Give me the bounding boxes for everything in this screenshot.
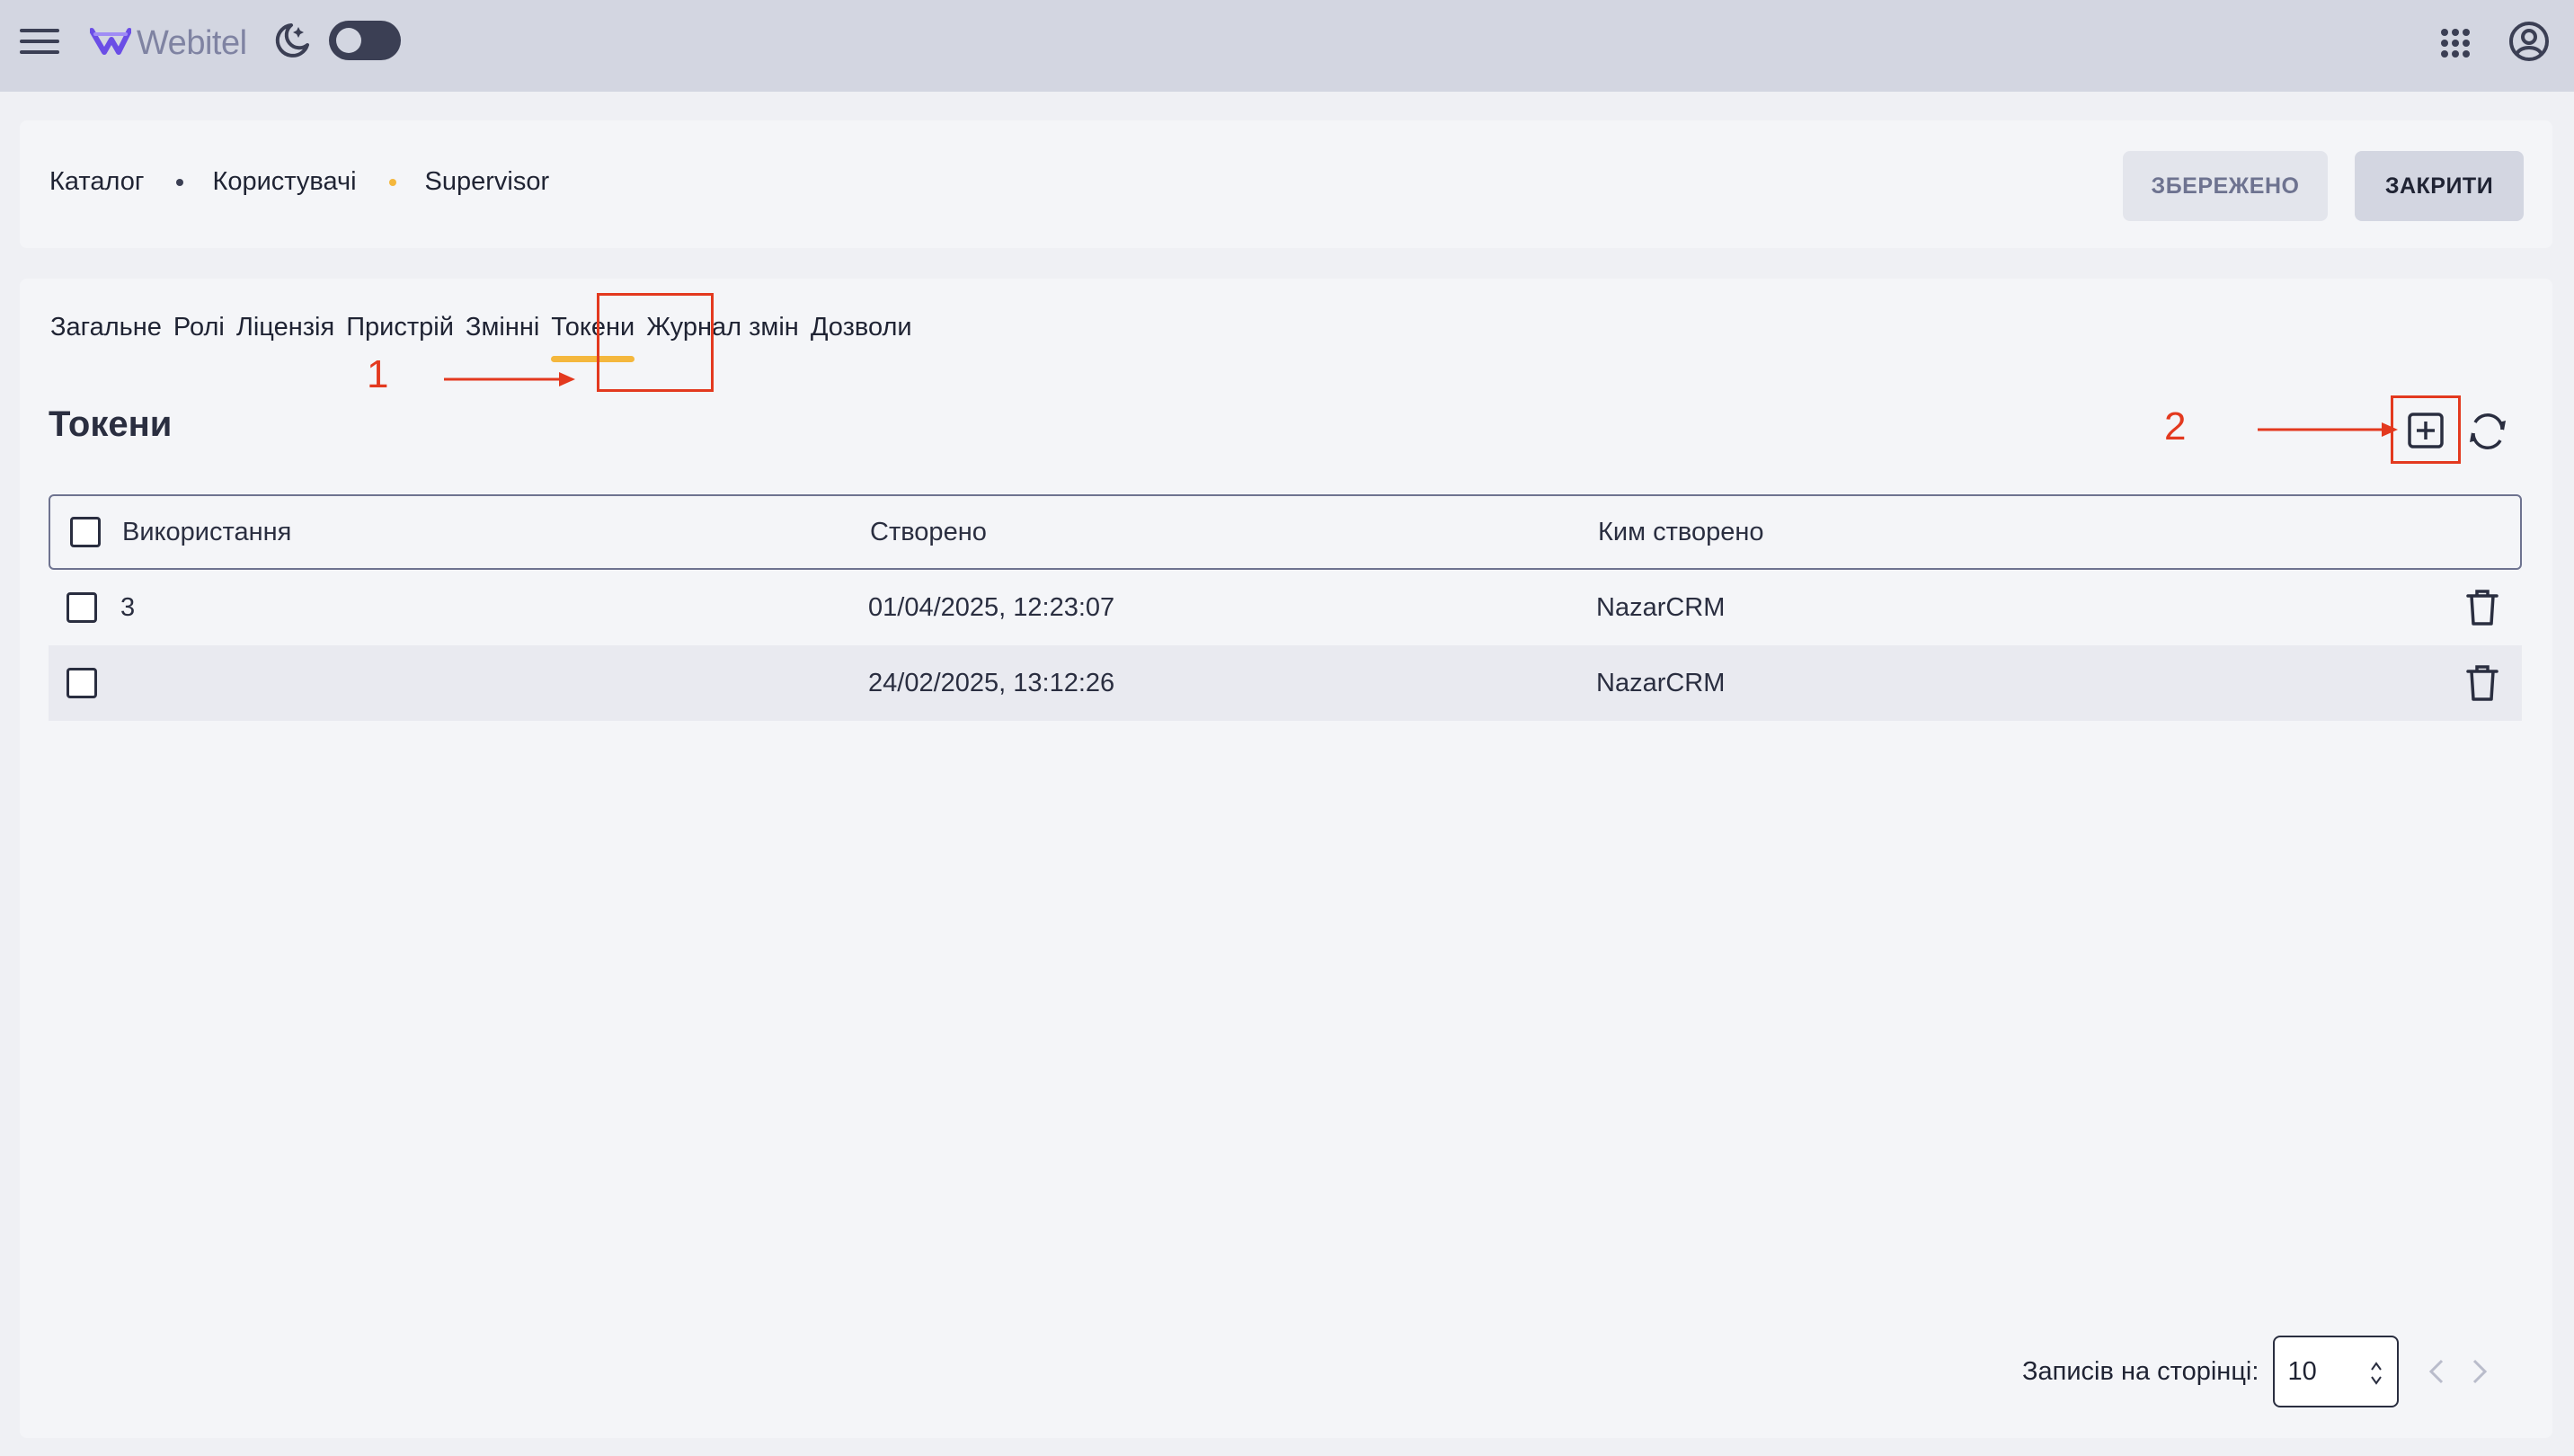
breadcrumb-users[interactable]: Користувачі [212, 167, 356, 197]
logo-text: Webitel [137, 23, 247, 62]
pagination: Записів на сторінці: 10 [2022, 1336, 2492, 1407]
tab-variables[interactable]: Змінні [466, 313, 539, 367]
cell-created: 24/02/2025, 13:12:26 [868, 668, 1115, 697]
breadcrumb-catalog[interactable]: Каталог [49, 167, 144, 197]
webitel-logo-mark-icon [90, 28, 131, 55]
annotation-box-tokens-tab [597, 293, 714, 392]
cell-usage: 3 [120, 592, 136, 622]
section-title: Токени [49, 404, 173, 444]
breadcrumb-separator-active [388, 178, 396, 186]
row-checkbox[interactable] [67, 668, 97, 698]
spinner-arrows-icon [2371, 1362, 2383, 1385]
breadcrumb-current: Supervisor [424, 167, 550, 196]
tab-device[interactable]: Пристрій [346, 313, 454, 367]
tab-general[interactable]: Загальне [50, 313, 162, 367]
refresh-icon[interactable] [2466, 410, 2509, 453]
annotation-number-1: 1 [367, 352, 389, 396]
row-checkbox[interactable] [67, 592, 97, 623]
per-page-value: 10 [2287, 1356, 2317, 1386]
table-header: Використання Створено Ким створено [49, 494, 2522, 570]
apps-grid-icon[interactable] [2437, 25, 2473, 61]
breadcrumb-separator [176, 178, 184, 186]
per-page-label: Записів на сторінці: [2022, 1356, 2259, 1386]
tabs: Загальне Ролі Ліцензія Пристрій Змінні Т… [50, 313, 924, 367]
select-all-checkbox[interactable] [70, 517, 101, 547]
top-bar: Webitel [0, 0, 2574, 92]
tab-permissions[interactable]: Дозволи [811, 313, 912, 367]
webitel-logo[interactable]: Webitel [90, 18, 247, 68]
account-icon[interactable] [2507, 20, 2551, 63]
main-card: Загальне Ролі Ліцензія Пристрій Змінні Т… [20, 279, 2552, 1438]
column-header-usage[interactable]: Використання [122, 496, 291, 568]
add-icon[interactable] [2407, 412, 2445, 449]
delete-icon[interactable] [2464, 663, 2500, 703]
per-page-select[interactable]: 10 [2273, 1336, 2400, 1407]
column-header-created-by[interactable]: Ким створено [1598, 496, 1763, 568]
delete-icon[interactable] [2464, 588, 2500, 627]
tokens-table: Використання Створено Ким створено 3 01/… [49, 494, 2522, 721]
cell-created-by: NazarCRM [1596, 668, 1726, 697]
theme-toggle[interactable] [329, 21, 401, 60]
annotation-number-2: 2 [2164, 404, 2187, 448]
moon-icon [275, 23, 309, 58]
annotation-arrow-icon [2258, 422, 2398, 437]
tab-license[interactable]: Ліцензія [236, 313, 334, 367]
saved-button[interactable]: ЗБЕРЕЖЕНО [2123, 151, 2328, 221]
table-row: 24/02/2025, 13:12:26 NazarCRM [49, 645, 2522, 721]
menu-icon[interactable] [20, 25, 61, 58]
annotation-arrow-icon [444, 372, 575, 386]
prev-page-icon[interactable] [2424, 1354, 2449, 1389]
close-button[interactable]: ЗАКРИТИ [2355, 151, 2524, 221]
column-header-created[interactable]: Створено [870, 496, 987, 568]
breadcrumb: Каталог Користувачі Supervisor [49, 167, 549, 197]
cell-created: 01/04/2025, 12:23:07 [868, 592, 1115, 622]
header-card: Каталог Користувачі Supervisor ЗБЕРЕЖЕНО… [20, 120, 2552, 248]
cell-created-by: NazarCRM [1596, 592, 1726, 622]
tab-roles[interactable]: Ролі [173, 313, 225, 367]
table-row: 3 01/04/2025, 12:23:07 NazarCRM [49, 570, 2522, 645]
toggle-knob [336, 28, 361, 53]
next-page-icon[interactable] [2467, 1354, 2492, 1389]
